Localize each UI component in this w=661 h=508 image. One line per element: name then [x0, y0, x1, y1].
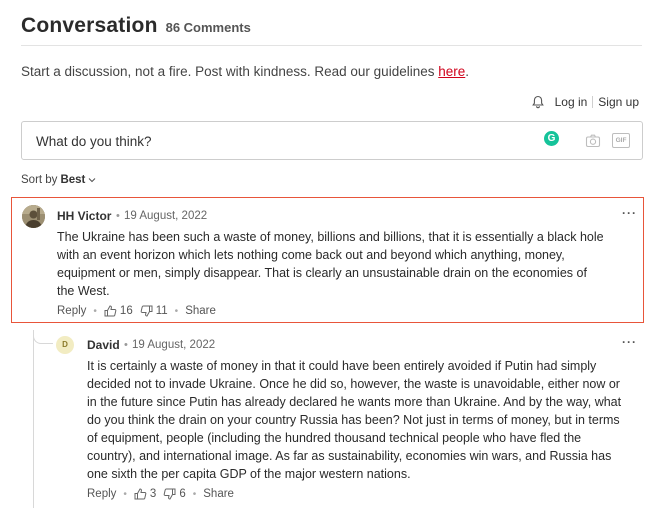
like-count: 3	[149, 488, 157, 500]
comment-author[interactable]: David	[87, 338, 120, 352]
reply-button[interactable]: Reply	[87, 488, 116, 500]
thumbs-up-icon	[134, 488, 147, 500]
comment-count: 86 Comments	[165, 20, 251, 35]
thumbs-down-icon	[140, 305, 153, 317]
thumbs-down-icon	[163, 488, 176, 500]
reply-button[interactable]: Reply	[57, 305, 86, 317]
comment-line: country), and international image. As fa…	[87, 449, 612, 463]
comment-body: The Ukraine has been such a waste of mon…	[57, 228, 637, 300]
thread-connector	[33, 330, 53, 344]
more-options-icon[interactable]: ···	[622, 335, 637, 349]
avatar[interactable]: D	[56, 336, 74, 354]
auth-bar: Log in Sign up	[531, 95, 639, 109]
thread-line	[33, 330, 34, 508]
avatar[interactable]	[22, 205, 45, 228]
guidelines-link[interactable]: here	[438, 64, 465, 79]
sort-control[interactable]: Sort by Best	[21, 174, 96, 186]
comment-line: with an event horizon which lets nothing…	[57, 248, 565, 262]
comment-actions: Reply • 3 6 • Share	[87, 488, 234, 500]
comment-line: It is certainly a waste of money in that…	[87, 359, 597, 373]
more-options-icon[interactable]: ···	[622, 206, 637, 220]
conversation-header: Conversation 86 Comments	[21, 14, 251, 38]
login-link[interactable]: Log in	[555, 95, 588, 109]
action-separator: •	[192, 488, 197, 500]
meta-separator: •	[124, 339, 128, 351]
comment-line: decided not to invade Ukraine. Once he d…	[87, 377, 620, 391]
comment-line: in the future since Putin has already de…	[87, 395, 622, 409]
auth-separator	[592, 96, 594, 108]
thumbs-up-icon	[104, 305, 117, 317]
like-button[interactable]: 3	[134, 488, 156, 500]
like-button[interactable]: 16	[104, 305, 133, 317]
comment-actions: Reply • 16 11 • Share	[57, 305, 216, 317]
meta-separator: •	[116, 210, 120, 222]
action-separator: •	[174, 305, 179, 317]
share-button[interactable]: Share	[185, 305, 216, 317]
comment-input[interactable]: What do you think?	[36, 134, 152, 149]
comment-date: 19 August, 2022	[124, 210, 208, 222]
grammarly-icon[interactable]: G	[544, 131, 559, 146]
comment-line: the West.	[57, 284, 110, 298]
dislike-button[interactable]: 6	[163, 488, 186, 500]
signup-link[interactable]: Sign up	[598, 95, 639, 109]
share-button[interactable]: Share	[203, 488, 234, 500]
comment-author[interactable]: HH Victor	[57, 209, 111, 223]
gif-icon[interactable]: GIF	[612, 133, 630, 148]
guidelines-end: .	[465, 64, 470, 79]
like-count: 16	[119, 305, 133, 317]
camera-icon[interactable]	[585, 133, 601, 149]
dislike-count: 11	[155, 305, 168, 317]
dislike-count: 6	[179, 488, 186, 500]
guidelines-text: Start a discussion, not a fire. Post wit…	[21, 64, 469, 79]
action-separator: •	[93, 305, 97, 317]
sort-value[interactable]: Best	[60, 174, 85, 186]
comment-line: do you think the drain on your country R…	[87, 413, 620, 427]
bell-icon[interactable]	[531, 95, 545, 109]
chevron-down-icon[interactable]	[88, 177, 96, 183]
comment-line: of equipment, people (including the hund…	[87, 431, 582, 445]
comment-line: The Ukraine has been such a waste of mon…	[57, 230, 604, 244]
avatar-photo-icon	[22, 205, 45, 228]
comment-date: 19 August, 2022	[132, 339, 216, 351]
comment-composer[interactable]: What do you think? G GIF	[21, 121, 643, 160]
dislike-button[interactable]: 11	[140, 305, 168, 317]
sort-label: Sort by	[21, 174, 58, 186]
page-title: Conversation	[21, 14, 158, 37]
header-divider	[21, 45, 642, 46]
comment-line: equipment or men, simply disappear. That…	[57, 266, 587, 280]
action-separator: •	[123, 488, 127, 500]
comment-line: one sixth the per capita GDP of the majo…	[87, 467, 411, 481]
guidelines-message: Start a discussion, not a fire. Post wit…	[21, 64, 439, 79]
comment-body: It is certainly a waste of money in that…	[87, 357, 647, 483]
